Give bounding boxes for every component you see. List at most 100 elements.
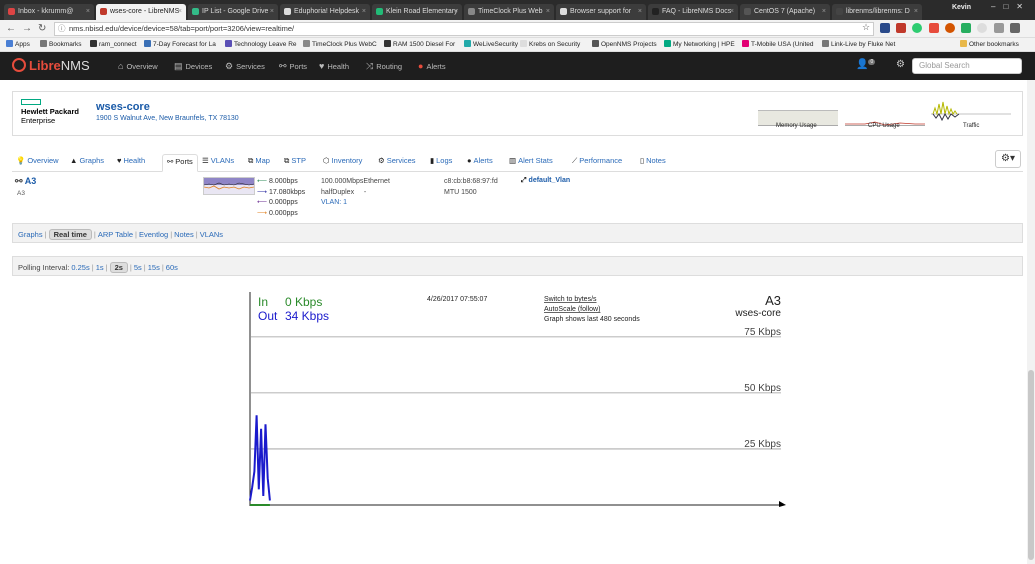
subnav-vlans[interactable]: VLANs bbox=[200, 230, 223, 239]
bookmark-7-day-forecast-for-la[interactable]: 7-Day Forecast for La bbox=[144, 40, 216, 48]
bookmark-my-networking-hpe[interactable]: My Networking | HPE bbox=[664, 40, 735, 48]
polling-option-15s[interactable]: 15s bbox=[148, 263, 160, 272]
tab-stp[interactable]: ⧉ STP bbox=[284, 154, 306, 172]
adblock-extension-icon[interactable] bbox=[896, 23, 907, 33]
browser-tab-librenms-librenms-d[interactable]: librenms/librenms: D × bbox=[832, 4, 922, 20]
polling-option-2s[interactable]: 2s bbox=[109, 262, 128, 273]
device-name[interactable]: wses-core bbox=[96, 101, 150, 113]
traffic-graph[interactable] bbox=[931, 100, 1011, 122]
port-vlan[interactable]: VLAN: 1 bbox=[321, 198, 390, 209]
tab-close-icon[interactable]: × bbox=[86, 4, 90, 20]
reload-icon[interactable]: ↻ bbox=[38, 23, 46, 34]
polling-option-0-25s[interactable]: 0.25s bbox=[71, 263, 89, 272]
autoscale-link[interactable]: AutoScale (follow) bbox=[544, 306, 600, 313]
shield-extension-icon[interactable] bbox=[880, 23, 890, 33]
bookmark-welivesecurity[interactable]: WeLiveSecurity bbox=[464, 40, 518, 48]
subnav-notes[interactable]: Notes bbox=[174, 230, 194, 239]
tab-graphs[interactable]: ▲ Graphs bbox=[70, 154, 104, 172]
polling-option-60s[interactable]: 60s bbox=[166, 263, 178, 272]
profile-name[interactable]: Kevin bbox=[952, 4, 971, 11]
switch-bytes-link[interactable]: Switch to bytes/s bbox=[544, 296, 597, 303]
orange-extension-icon[interactable] bbox=[944, 23, 955, 33]
bookmark-krebs-on-security[interactable]: Krebs on Security bbox=[520, 40, 580, 48]
tab-close-icon[interactable]: × bbox=[454, 4, 458, 20]
tab-close-icon[interactable]: × bbox=[270, 4, 274, 20]
browser-tab-timeclock-plus-web[interactable]: TimeClock Plus Web × bbox=[464, 4, 554, 20]
bookmark-apps[interactable]: Apps bbox=[6, 40, 30, 48]
subnav-graphs[interactable]: Graphs bbox=[18, 230, 43, 239]
url-input[interactable]: ⓘ nms.nbisd.edu/device/device=58/tab=por… bbox=[54, 22, 874, 36]
tab-logs[interactable]: ▮ Logs bbox=[430, 154, 452, 172]
librenms-logo[interactable]: LibreNMS bbox=[12, 58, 90, 73]
browser-tab-faq-librenms-docs[interactable]: FAQ - LibreNMS Docs × bbox=[648, 4, 738, 20]
browser-tab-wses-core-librenms[interactable]: wses-core - LibreNMS × bbox=[96, 4, 186, 20]
subnav-arp-table[interactable]: ARP Table bbox=[98, 230, 133, 239]
scrollbar-thumb[interactable] bbox=[1028, 370, 1034, 560]
bookmark-bookmarks[interactable]: Bookmarks bbox=[40, 40, 82, 48]
bookmark-ram-connect[interactable]: ram_connect bbox=[90, 40, 137, 48]
bookmark-star-icon[interactable]: ☆ bbox=[862, 22, 870, 33]
tab-close-icon[interactable]: × bbox=[730, 4, 734, 20]
tab-inventory[interactable]: ⬡ Inventory bbox=[323, 154, 362, 172]
tab-alerts[interactable]: ● Alerts bbox=[467, 154, 493, 172]
tab-map[interactable]: ⧉ Map bbox=[248, 154, 270, 172]
subnav-real-time[interactable]: Real time bbox=[48, 229, 92, 240]
subnav-eventlog[interactable]: Eventlog bbox=[139, 230, 168, 239]
tab-overview[interactable]: 💡 Overview bbox=[16, 154, 59, 172]
nav-devices[interactable]: ▤ Devices bbox=[174, 61, 212, 72]
tab-close-icon[interactable]: × bbox=[362, 4, 366, 20]
grid-extension-icon[interactable] bbox=[961, 23, 972, 33]
tab-close-icon[interactable]: × bbox=[914, 4, 918, 20]
page-scrollbar[interactable] bbox=[1027, 80, 1035, 564]
nav-ports[interactable]: ⚯ Ports bbox=[279, 61, 307, 72]
bookmark-link-live-by-fluke-net[interactable]: Link-Live by Fluke Net bbox=[822, 40, 895, 48]
nav-overview[interactable]: ⌂ Overview bbox=[118, 61, 158, 71]
tab-vlans[interactable]: ☰ VLANs bbox=[202, 154, 234, 172]
port-name[interactable]: ⚯ A3 bbox=[15, 176, 36, 187]
browser-tab-klein-road-elementary[interactable]: Klein Road Elementary × bbox=[372, 4, 462, 20]
tab-ports[interactable]: ⚯ Ports bbox=[162, 154, 198, 172]
port-traffic-sparkline[interactable] bbox=[203, 177, 255, 195]
device-options-gear-icon[interactable]: ⚙▾ bbox=[995, 150, 1021, 168]
nav-alerts[interactable]: ● Alerts bbox=[418, 61, 446, 71]
tab-close-icon[interactable]: × bbox=[638, 4, 642, 20]
tab-close-icon[interactable]: × bbox=[822, 4, 826, 20]
vlan-link[interactable]: ⤢ default_Vlan bbox=[521, 177, 570, 185]
window-controls[interactable]: –□✕ bbox=[991, 2, 1031, 11]
nav-routing[interactable]: ⤨ Routing bbox=[366, 61, 402, 72]
browser-tab-eduphoria-helpdesk[interactable]: Eduphoria! Helpdesk × bbox=[280, 4, 370, 20]
browser-tab-centos-7-apache[interactable]: CentOS 7 (Apache) × bbox=[740, 4, 830, 20]
tab-close-icon[interactable]: × bbox=[546, 4, 550, 20]
nav-services[interactable]: ⚙ Services bbox=[225, 61, 265, 72]
user-icon[interactable]: 👤 bbox=[856, 59, 868, 70]
nav-health[interactable]: ♥ Health bbox=[319, 61, 349, 71]
browser-tab-inbox-kkrumm[interactable]: Inbox - kkrumm@ × bbox=[4, 4, 94, 20]
global-search-input[interactable]: Global Search bbox=[912, 58, 1022, 74]
polling-option-1s[interactable]: 1s bbox=[96, 263, 104, 272]
green-extension-icon[interactable] bbox=[912, 23, 923, 33]
browser-tab-browser-support-for[interactable]: Browser support for × bbox=[556, 4, 646, 20]
tab-services[interactable]: ⚙ Services bbox=[378, 154, 416, 172]
tab-notes[interactable]: ▯ Notes bbox=[640, 154, 666, 172]
menu-icon[interactable] bbox=[1009, 23, 1020, 33]
cast-extension-icon[interactable] bbox=[993, 23, 1004, 33]
bookmark-other-bookmarks[interactable]: Other bookmarks bbox=[960, 40, 1019, 48]
user-menu[interactable]: 👤 0 ⚙ bbox=[856, 59, 905, 70]
new-extension-icon[interactable] bbox=[928, 23, 939, 33]
tab-performance[interactable]: ⟋ Performance bbox=[572, 154, 622, 172]
browser-tab-ip-list-google-drive[interactable]: IP List - Google Drive × bbox=[188, 4, 278, 20]
back-icon[interactable]: ← bbox=[6, 23, 16, 34]
gray-extension-icon[interactable] bbox=[977, 23, 988, 33]
bookmark-technology-leave-re[interactable]: Technology Leave Re bbox=[225, 40, 297, 48]
tab-alert-stats[interactable]: ▥ Alert Stats bbox=[509, 154, 553, 172]
bookmark-t-mobile-usa-united[interactable]: T-Mobile USA (United bbox=[742, 40, 814, 48]
page-info-icon[interactable]: ⓘ bbox=[58, 23, 66, 35]
tab-close-icon[interactable]: × bbox=[178, 4, 182, 20]
bookmark-ram-1500-diesel-for[interactable]: RAM 1500 Diesel For bbox=[384, 40, 455, 48]
bookmark-timeclock-plus-webc[interactable]: TimeClock Plus WebC bbox=[303, 40, 377, 48]
settings-gear-icon[interactable]: ⚙ bbox=[896, 59, 905, 70]
tab-health[interactable]: ♥ Health bbox=[117, 154, 145, 172]
bookmark-opennms-projects[interactable]: OpenNMS Projects bbox=[592, 40, 657, 48]
polling-option-5s[interactable]: 5s bbox=[134, 263, 142, 272]
forward-icon[interactable]: → bbox=[22, 23, 32, 34]
